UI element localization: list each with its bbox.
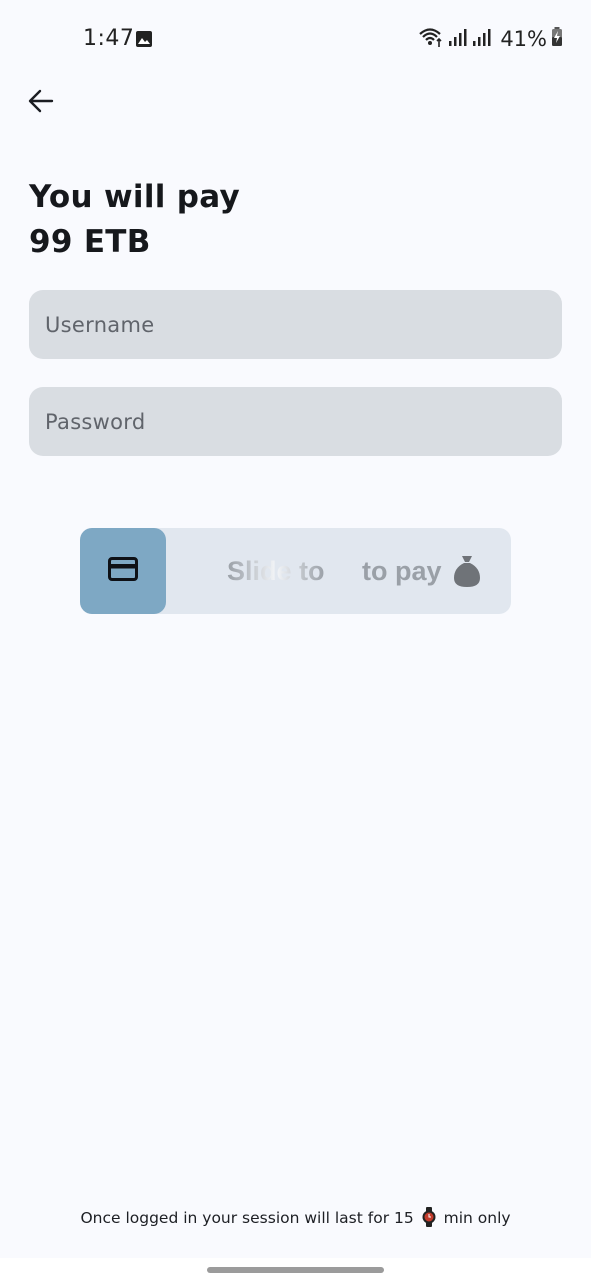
slide-to-pay-slider[interactable]: Slide to to pay (80, 528, 511, 614)
username-input[interactable] (29, 290, 562, 359)
payment-heading: You will pay 99 ETB (29, 175, 240, 265)
session-note-suffix: min only (443, 1209, 511, 1227)
home-gesture-handle[interactable] (207, 1267, 384, 1273)
signal-icon (448, 27, 468, 52)
gallery-icon (135, 30, 153, 48)
payment-heading-line1: You will pay (29, 179, 241, 215)
status-bar: 1:47 41% (0, 0, 591, 78)
session-note-text: Once logged in your session will last fo… (80, 1209, 414, 1227)
arrow-left-icon (28, 89, 54, 118)
watch-icon (422, 1207, 436, 1231)
slider-label-gap (325, 556, 363, 587)
wifi-icon (418, 26, 444, 53)
slider-label: Slide to to pay (227, 528, 482, 614)
status-time: 1:47 (83, 26, 135, 51)
session-note: Once logged in your session will last fo… (0, 1207, 591, 1231)
money-bag-icon (452, 554, 482, 588)
signal-icon (472, 27, 492, 52)
status-indicators: 41% (418, 26, 563, 52)
battery-percentage: 41% (500, 27, 547, 51)
password-input[interactable] (29, 387, 562, 456)
payment-amount: 99 ETB (29, 224, 151, 260)
credit-card-icon (108, 556, 138, 586)
slider-label-start: Slide to (227, 555, 325, 586)
back-button[interactable] (22, 84, 60, 122)
slider-label-end: to pay (362, 555, 442, 586)
slider-handle[interactable] (80, 528, 166, 614)
battery-charging-icon (551, 26, 563, 52)
